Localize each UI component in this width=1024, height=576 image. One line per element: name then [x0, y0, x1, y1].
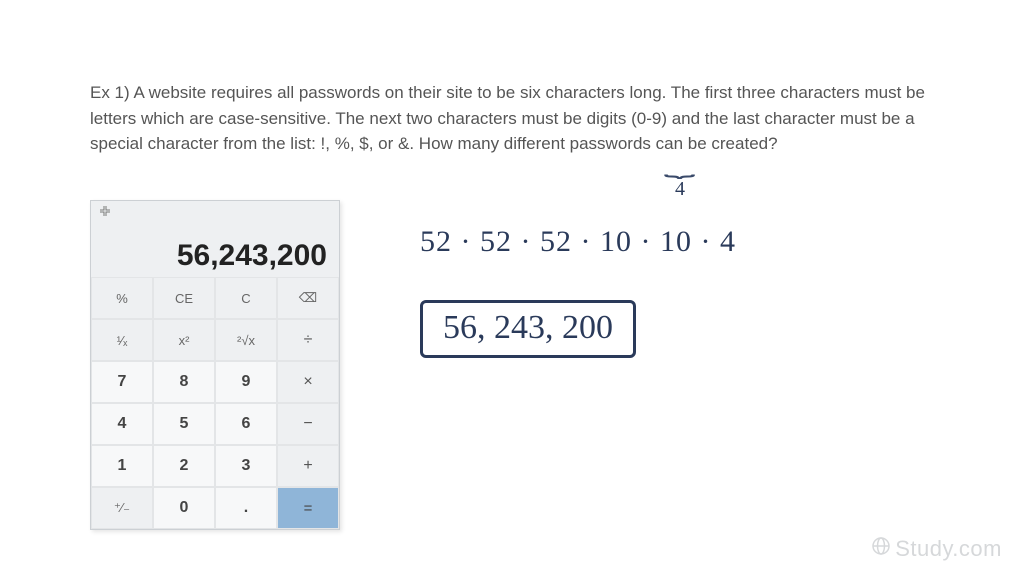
page: Ex 1) A website requires all passwords o…: [0, 0, 1024, 576]
brace-icon: ⏟: [664, 152, 696, 178]
digit-9-button[interactable]: 9: [215, 361, 277, 403]
digit-5-button[interactable]: 5: [153, 403, 215, 445]
multiply-button[interactable]: ×: [277, 361, 339, 403]
decimal-button[interactable]: .: [215, 487, 277, 529]
equals-button[interactable]: =: [277, 487, 339, 529]
square-button[interactable]: x²: [153, 319, 215, 361]
digit-1-button[interactable]: 1: [91, 445, 153, 487]
watermark-text: Study.com: [895, 536, 1002, 562]
plus-button[interactable]: +: [277, 445, 339, 487]
digit-0-button[interactable]: 0: [153, 487, 215, 529]
expand-icon[interactable]: [97, 204, 113, 218]
handwritten-answer: 56, 243, 200: [420, 300, 636, 358]
digit-2-button[interactable]: 2: [153, 445, 215, 487]
calculator-titlebar: [91, 201, 339, 221]
calculator: 56,243,200 %CEC⌫ ¹⁄ₓx²²√x÷ 789× 456− 123+ ⁺⁄₋…: [90, 200, 340, 530]
sqrt-button[interactable]: ²√x: [215, 319, 277, 361]
brace-annotation: ⏟ 4: [640, 152, 720, 201]
reciprocal-button[interactable]: ¹⁄ₓ: [91, 319, 153, 361]
brace-count: 4: [640, 178, 720, 201]
problem-text: Ex 1) A website requires all passwords o…: [90, 80, 930, 157]
minus-button[interactable]: −: [277, 403, 339, 445]
watermark: Study.com: [871, 536, 1002, 562]
divide-button[interactable]: ÷: [277, 319, 339, 361]
globe-icon: [871, 536, 891, 562]
clear-button[interactable]: C: [215, 277, 277, 319]
digit-8-button[interactable]: 8: [153, 361, 215, 403]
sign-button[interactable]: ⁺⁄₋: [91, 487, 153, 529]
digit-6-button[interactable]: 6: [215, 403, 277, 445]
calculator-keypad: %CEC⌫ ¹⁄ₓx²²√x÷ 789× 456− 123+ ⁺⁄₋0.=: [91, 277, 339, 529]
digit-4-button[interactable]: 4: [91, 403, 153, 445]
backspace-button[interactable]: ⌫: [277, 277, 339, 319]
handwritten-expression: 52 · 52 · 52 · 10 · 10 · 4: [420, 225, 736, 259]
digit-3-button[interactable]: 3: [215, 445, 277, 487]
clear-entry-button[interactable]: CE: [153, 277, 215, 319]
digit-7-button[interactable]: 7: [91, 361, 153, 403]
calculator-display: 56,243,200: [91, 221, 339, 277]
percent-button[interactable]: %: [91, 277, 153, 319]
